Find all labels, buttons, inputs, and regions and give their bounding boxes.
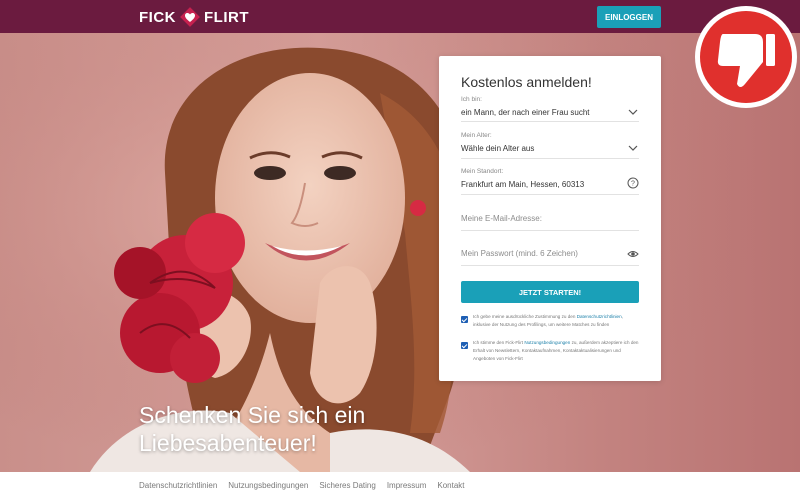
footer-link-imprint[interactable]: Impressum <box>387 481 427 490</box>
help-question-icon[interactable]: ? <box>627 177 639 189</box>
site-logo[interactable]: FICK FLIRT <box>139 6 249 28</box>
thumbs-down-icon <box>695 6 797 108</box>
location-value: Frankfurt am Main, Hessen, 60313 <box>461 180 585 189</box>
terms-link[interactable]: Nutzungsbedingungen <box>524 340 570 345</box>
email-field[interactable]: Meine E-Mail-Adresse: <box>461 214 639 231</box>
privacy-policy-link[interactable]: Datenschutzrichtlinien <box>577 314 622 319</box>
footer-link-terms[interactable]: Nutzungsbedingungen <box>228 481 308 490</box>
terms-consent-text: Ich stimme den Fick-Flirt Nutzungsbeding… <box>473 339 639 363</box>
age-value: Wähle dein Alter aus <box>461 144 535 153</box>
heart-logo-icon <box>180 7 200 27</box>
footer-link-privacy[interactable]: Datenschutzrichtlinien <box>139 481 217 490</box>
signup-card: Kostenlos anmelden! Ich bin: ein Mann, d… <box>439 56 661 381</box>
gender-value: ein Mann, der nach einer Frau sucht <box>461 108 590 117</box>
terms-consent-pre: Ich stimme den Fick-Flirt <box>473 340 524 345</box>
login-button[interactable]: EINLOGGEN <box>597 6 661 28</box>
footer-link-safe-dating[interactable]: Sicheres Dating <box>319 481 375 490</box>
privacy-consent-pre: Ich gebe meine ausdrückliche Zustimmung … <box>473 314 576 319</box>
consent-privacy[interactable]: Ich gebe meine ausdrückliche Zustimmung … <box>461 313 639 329</box>
headline-line-2: Liebesabenteuer! <box>139 430 317 456</box>
headline-line-1: Schenken Sie sich ein <box>139 402 366 428</box>
gender-label: Ich bin: <box>461 96 482 103</box>
password-field[interactable]: Mein Passwort (mind. 6 Zeichen) <box>461 249 639 266</box>
footer: Datenschutzrichtlinien Nutzungsbedingung… <box>0 472 800 500</box>
chevron-down-icon[interactable] <box>627 106 639 118</box>
terms-checkbox[interactable] <box>461 342 468 349</box>
footer-links: Datenschutzrichtlinien Nutzungsbedingung… <box>139 481 465 490</box>
password-placeholder: Mein Passwort (mind. 6 Zeichen) <box>461 249 578 258</box>
eye-icon[interactable] <box>627 248 639 260</box>
email-placeholder: Meine E-Mail-Adresse: <box>461 214 542 223</box>
top-navigation-bar: FICK FLIRT EINLOGGEN <box>0 0 800 33</box>
svg-text:?: ? <box>631 181 635 188</box>
hero-section: Schenken Sie sich ein Liebesabenteuer! <box>0 33 800 472</box>
gender-select[interactable]: Ich bin: ein Mann, der nach einer Frau s… <box>461 96 639 122</box>
age-label: Mein Alter: <box>461 132 492 139</box>
hero-headline: Schenken Sie sich ein Liebesabenteuer! <box>139 401 439 457</box>
footer-link-contact[interactable]: Kontakt <box>437 481 464 490</box>
chevron-down-icon[interactable] <box>627 142 639 154</box>
privacy-consent-text: Ich gebe meine ausdrückliche Zustimmung … <box>473 313 639 329</box>
location-label: Mein Standort: <box>461 168 504 175</box>
consent-terms[interactable]: Ich stimme den Fick-Flirt Nutzungsbeding… <box>461 339 639 363</box>
start-now-button[interactable]: JETZT STARTEN! <box>461 281 639 303</box>
privacy-checkbox[interactable] <box>461 316 468 323</box>
location-field[interactable]: Mein Standort: Frankfurt am Main, Hessen… <box>461 168 639 195</box>
logo-text-right: FLIRT <box>204 8 249 26</box>
signup-title: Kostenlos anmelden! <box>461 74 592 90</box>
age-select[interactable]: Mein Alter: Wähle dein Alter aus <box>461 132 639 159</box>
logo-text-left: FICK <box>139 8 176 26</box>
